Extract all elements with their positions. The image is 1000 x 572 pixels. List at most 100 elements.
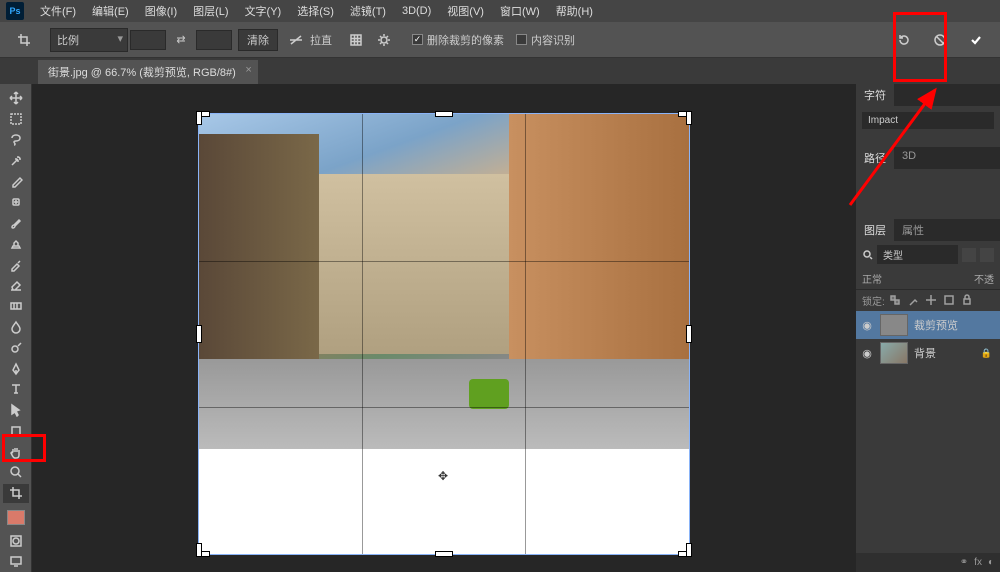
crop-handle-tr[interactable] bbox=[687, 112, 691, 124]
right-panels: 字符 Impact 路径 3D 图层 属性 类型 正常 不透 bbox=[856, 84, 1000, 572]
foreground-color-swatch[interactable] bbox=[7, 510, 25, 526]
crop-handle-tl[interactable] bbox=[197, 112, 201, 124]
crop-handle-t[interactable] bbox=[436, 112, 452, 116]
layers-panel-tab[interactable]: 图层 bbox=[856, 219, 894, 241]
blend-mode-select[interactable]: 正常 bbox=[862, 271, 882, 286]
move-cursor-icon: ✥ bbox=[438, 469, 450, 481]
filter-pixel-icon[interactable] bbox=[962, 248, 976, 262]
menu-filter[interactable]: 滤镜(T) bbox=[342, 3, 394, 19]
brush-tool[interactable] bbox=[3, 214, 29, 233]
blur-tool[interactable] bbox=[3, 318, 29, 337]
search-icon bbox=[862, 249, 873, 260]
history-brush-tool[interactable] bbox=[3, 255, 29, 274]
active-tool-icon bbox=[10, 28, 38, 52]
paths-panel-tab[interactable]: 路径 bbox=[856, 147, 894, 169]
lasso-tool[interactable] bbox=[3, 131, 29, 150]
filter-adjust-icon[interactable] bbox=[980, 248, 994, 262]
layer-item[interactable]: ◉ 背景 🔒 bbox=[856, 339, 1000, 367]
3d-panel-tab[interactable]: 3D bbox=[894, 147, 924, 169]
document-tab[interactable]: 街景.jpg @ 66.7% (裁剪预览, RGB/8#) × bbox=[38, 60, 258, 84]
menu-help[interactable]: 帮助(H) bbox=[548, 3, 601, 19]
crop-handle-br[interactable] bbox=[687, 544, 691, 556]
screen-mode-button[interactable] bbox=[3, 552, 29, 571]
lock-icon: 🔒 bbox=[981, 348, 992, 359]
overlay-grid-button[interactable] bbox=[345, 29, 367, 51]
crop-handle-b[interactable] bbox=[436, 552, 452, 556]
visibility-toggle-icon[interactable]: ◉ bbox=[860, 347, 874, 360]
menu-window[interactable]: 窗口(W) bbox=[492, 3, 548, 19]
reset-crop-button[interactable] bbox=[893, 29, 915, 51]
marquee-tool[interactable] bbox=[3, 110, 29, 129]
move-tool[interactable] bbox=[3, 89, 29, 108]
clone-stamp-tool[interactable] bbox=[3, 234, 29, 253]
cancel-crop-button[interactable] bbox=[929, 29, 951, 51]
crop-handle-bl[interactable] bbox=[197, 544, 201, 556]
layer-name[interactable]: 裁剪预览 bbox=[914, 317, 958, 333]
layer-filter-type-select[interactable]: 类型 bbox=[877, 245, 958, 264]
zoom-tool[interactable] bbox=[3, 463, 29, 482]
menu-select[interactable]: 选择(S) bbox=[289, 3, 342, 19]
link-layers-icon[interactable]: ⚭ bbox=[960, 557, 968, 568]
close-tab-icon[interactable]: × bbox=[245, 64, 251, 76]
crop-tool[interactable] bbox=[3, 484, 29, 503]
eyedropper-tool[interactable] bbox=[3, 172, 29, 191]
toolbox bbox=[0, 84, 32, 572]
visibility-toggle-icon[interactable]: ◉ bbox=[860, 319, 874, 332]
menu-file[interactable]: 文件(F) bbox=[32, 3, 84, 19]
lock-label: 锁定: bbox=[862, 293, 885, 308]
layer-thumbnail[interactable] bbox=[880, 342, 908, 364]
layer-name[interactable]: 背景 bbox=[914, 345, 936, 361]
content-aware-label: 内容识别 bbox=[531, 32, 575, 48]
crop-handle-l[interactable] bbox=[197, 326, 201, 342]
ps-logo: Ps bbox=[6, 2, 24, 20]
layer-item[interactable]: ◉ 裁剪预览 bbox=[856, 311, 1000, 339]
menu-view[interactable]: 视图(V) bbox=[439, 3, 492, 19]
properties-panel-tab[interactable]: 属性 bbox=[894, 219, 932, 241]
crop-height-input[interactable] bbox=[196, 30, 232, 50]
crop-options-gear-icon[interactable] bbox=[373, 29, 395, 51]
layer-fx-button[interactable]: fx bbox=[974, 557, 982, 568]
straighten-icon[interactable] bbox=[285, 29, 307, 51]
canvas-area[interactable]: ✥ bbox=[32, 84, 856, 572]
type-tool[interactable] bbox=[3, 380, 29, 399]
path-selection-tool[interactable] bbox=[3, 401, 29, 420]
menu-edit[interactable]: 编辑(E) bbox=[84, 3, 137, 19]
magic-wand-tool[interactable] bbox=[3, 151, 29, 170]
lock-all-icon[interactable] bbox=[961, 294, 975, 308]
quick-mask-button[interactable] bbox=[3, 531, 29, 550]
commit-crop-button[interactable] bbox=[965, 29, 987, 51]
swap-dimensions-button[interactable]: ⇄ bbox=[172, 33, 190, 46]
options-bar: 比例 ⇄ 清除 拉直 删除裁剪的像素 内容识别 bbox=[0, 22, 1000, 58]
crop-handle-r[interactable] bbox=[687, 326, 691, 342]
font-family-select[interactable]: Impact bbox=[862, 112, 994, 129]
ratio-preset-select[interactable]: 比例 bbox=[50, 28, 128, 52]
straighten-label: 拉直 bbox=[310, 32, 332, 48]
lock-image-icon[interactable] bbox=[907, 294, 921, 308]
shape-tool[interactable] bbox=[3, 422, 29, 441]
dodge-tool[interactable] bbox=[3, 338, 29, 357]
healing-brush-tool[interactable] bbox=[3, 193, 29, 212]
content-aware-checkbox[interactable] bbox=[516, 34, 527, 45]
character-panel-body: Impact bbox=[856, 106, 1000, 135]
crop-width-input[interactable] bbox=[130, 30, 166, 50]
character-panel-tab[interactable]: 字符 bbox=[856, 84, 894, 106]
delete-cropped-checkbox[interactable] bbox=[412, 34, 423, 45]
lock-artboard-icon[interactable] bbox=[943, 294, 957, 308]
crop-grid-line bbox=[199, 407, 689, 408]
clear-button[interactable]: 清除 bbox=[238, 29, 278, 51]
crop-frame[interactable]: ✥ bbox=[199, 114, 689, 554]
menu-layer[interactable]: 图层(L) bbox=[185, 3, 236, 19]
hand-tool[interactable] bbox=[3, 442, 29, 461]
layer-thumbnail[interactable] bbox=[880, 314, 908, 336]
gradient-tool[interactable] bbox=[3, 297, 29, 316]
document-tab-title: 街景.jpg @ 66.7% (裁剪预览, RGB/8#) bbox=[48, 67, 236, 79]
eraser-tool[interactable] bbox=[3, 276, 29, 295]
pen-tool[interactable] bbox=[3, 359, 29, 378]
menu-image[interactable]: 图像(I) bbox=[137, 3, 185, 19]
lock-position-icon[interactable] bbox=[925, 294, 939, 308]
layer-mask-icon[interactable]: ◐ bbox=[988, 557, 994, 568]
menu-3d[interactable]: 3D(D) bbox=[394, 5, 439, 17]
delete-cropped-label: 删除裁剪的像素 bbox=[427, 32, 504, 48]
menu-type[interactable]: 文字(Y) bbox=[237, 3, 290, 19]
lock-transparency-icon[interactable] bbox=[889, 294, 903, 308]
